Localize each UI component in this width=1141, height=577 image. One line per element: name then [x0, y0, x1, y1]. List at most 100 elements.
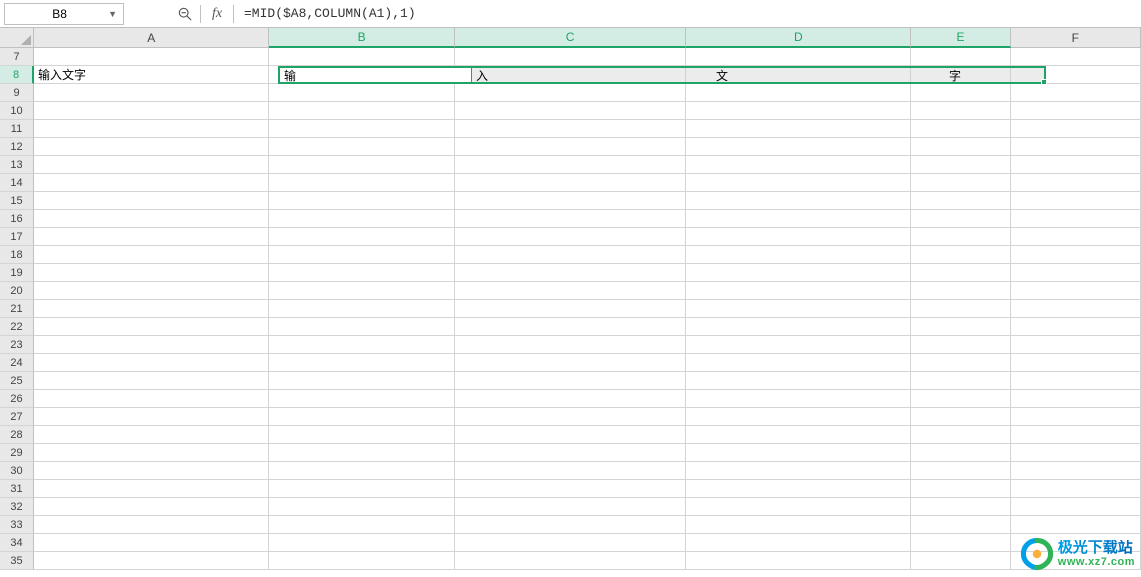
cell-F9[interactable] [1011, 84, 1141, 102]
cell-A25[interactable] [34, 372, 269, 390]
cell-B23[interactable] [269, 336, 454, 354]
cell-F13[interactable] [1011, 156, 1141, 174]
row-header-25[interactable]: 25 [0, 372, 34, 390]
dropdown-icon[interactable]: ▼ [108, 9, 117, 19]
row-header-26[interactable]: 26 [0, 390, 34, 408]
formula-input[interactable]: =MID($A8,COLUMN(A1),1) [238, 3, 1137, 25]
row-header-17[interactable]: 17 [0, 228, 34, 246]
row-header-12[interactable]: 12 [0, 138, 34, 156]
cell-D32[interactable] [686, 498, 911, 516]
cell-D22[interactable] [686, 318, 911, 336]
cell-E28[interactable] [911, 426, 1011, 444]
row-header-35[interactable]: 35 [0, 552, 34, 570]
cell-C14[interactable] [455, 174, 687, 192]
cell-C17[interactable] [455, 228, 687, 246]
cell-D18[interactable] [686, 246, 911, 264]
cell-E29[interactable] [911, 444, 1011, 462]
cell-B34[interactable] [269, 534, 454, 552]
cell-A26[interactable] [34, 390, 269, 408]
col-header-F[interactable]: F [1011, 28, 1141, 48]
cell-F25[interactable] [1011, 372, 1141, 390]
row-header-29[interactable]: 29 [0, 444, 34, 462]
cell-C34[interactable] [455, 534, 687, 552]
cell-F27[interactable] [1011, 408, 1141, 426]
cell-F26[interactable] [1011, 390, 1141, 408]
cell-E9[interactable] [911, 84, 1011, 102]
cell-E33[interactable] [911, 516, 1011, 534]
cell-E10[interactable] [911, 102, 1011, 120]
fx-icon[interactable]: fx [205, 6, 229, 22]
cell-B24[interactable] [269, 354, 454, 372]
cell-A31[interactable] [34, 480, 269, 498]
cell-C25[interactable] [455, 372, 687, 390]
cell-D24[interactable] [686, 354, 911, 372]
col-header-C[interactable]: C [455, 28, 687, 48]
zoom-out-icon[interactable] [174, 3, 196, 25]
row-header-10[interactable]: 10 [0, 102, 34, 120]
cell-B25[interactable] [269, 372, 454, 390]
cell-B27[interactable] [269, 408, 454, 426]
name-box[interactable]: B8 ▼ [4, 3, 124, 25]
cell-D26[interactable] [686, 390, 911, 408]
select-all-corner[interactable] [0, 28, 34, 48]
cell-D27[interactable] [686, 408, 911, 426]
cell-C12[interactable] [455, 138, 687, 156]
cell-A10[interactable] [34, 102, 269, 120]
row-header-28[interactable]: 28 [0, 426, 34, 444]
cell-F29[interactable] [1011, 444, 1141, 462]
row-header-18[interactable]: 18 [0, 246, 34, 264]
cell-F24[interactable] [1011, 354, 1141, 372]
cell-C35[interactable] [455, 552, 687, 570]
row-header-34[interactable]: 34 [0, 534, 34, 552]
cell-E8[interactable] [911, 66, 1011, 84]
cell-C33[interactable] [455, 516, 687, 534]
cell-B31[interactable] [269, 480, 454, 498]
cell-E26[interactable] [911, 390, 1011, 408]
cell-D11[interactable] [686, 120, 911, 138]
cell-D9[interactable] [686, 84, 911, 102]
cell-C28[interactable] [455, 426, 687, 444]
col-header-B[interactable]: B [269, 28, 454, 48]
cell-F32[interactable] [1011, 498, 1141, 516]
cell-D25[interactable] [686, 372, 911, 390]
cell-F33[interactable] [1011, 516, 1141, 534]
row-header-31[interactable]: 31 [0, 480, 34, 498]
cell-A21[interactable] [34, 300, 269, 318]
cell-A19[interactable] [34, 264, 269, 282]
row-header-15[interactable]: 15 [0, 192, 34, 210]
cell-C7[interactable] [455, 48, 687, 66]
cell-E32[interactable] [911, 498, 1011, 516]
cell-A32[interactable] [34, 498, 269, 516]
cell-E17[interactable] [911, 228, 1011, 246]
cell-C16[interactable] [455, 210, 687, 228]
cell-B29[interactable] [269, 444, 454, 462]
row-header-16[interactable]: 16 [0, 210, 34, 228]
cell-F23[interactable] [1011, 336, 1141, 354]
cell-D8[interactable] [686, 66, 911, 84]
cell-B20[interactable] [269, 282, 454, 300]
cell-F21[interactable] [1011, 300, 1141, 318]
cell-E21[interactable] [911, 300, 1011, 318]
cell-E24[interactable] [911, 354, 1011, 372]
cell-A24[interactable] [34, 354, 269, 372]
cell-A15[interactable] [34, 192, 269, 210]
cell-F7[interactable] [1011, 48, 1141, 66]
cell-A14[interactable] [34, 174, 269, 192]
cell-A7[interactable] [34, 48, 269, 66]
cell-E31[interactable] [911, 480, 1011, 498]
cell-C26[interactable] [455, 390, 687, 408]
cell-E22[interactable] [911, 318, 1011, 336]
cell-C32[interactable] [455, 498, 687, 516]
cell-D14[interactable] [686, 174, 911, 192]
cell-D34[interactable] [686, 534, 911, 552]
cell-D13[interactable] [686, 156, 911, 174]
cell-F8[interactable] [1011, 66, 1141, 84]
cell-B33[interactable] [269, 516, 454, 534]
cell-C24[interactable] [455, 354, 687, 372]
cell-D16[interactable] [686, 210, 911, 228]
row-header-7[interactable]: 7 [0, 48, 34, 66]
cell-A29[interactable] [34, 444, 269, 462]
cell-A28[interactable] [34, 426, 269, 444]
cell-C10[interactable] [455, 102, 687, 120]
cell-D17[interactable] [686, 228, 911, 246]
